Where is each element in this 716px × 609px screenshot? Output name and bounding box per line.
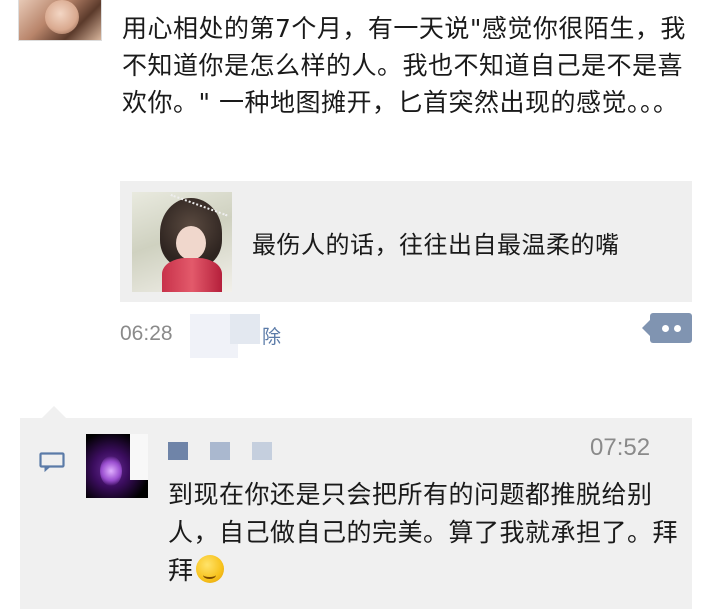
comment-like-menu-button[interactable] <box>642 313 692 343</box>
more-dot-icon <box>674 325 681 332</box>
comment-text: 到现在你还是只会把所有的问题都推脱给别人，自己做自己的完美。算了我就承担了。拜拜 <box>168 480 679 585</box>
more-dot-icon <box>662 325 669 332</box>
avatar-mask <box>130 434 148 480</box>
comment-timestamp: 07:52 <box>590 434 651 461</box>
comment-icon <box>39 452 65 472</box>
post-text: 用心相处的第7个月，有一天说"感觉你很陌生，我不知道你是怎么样的人。我也不知道自… <box>122 14 686 117</box>
blurred-region-2 <box>230 314 260 344</box>
commenter-avatar[interactable] <box>86 434 148 498</box>
comment-section: 07:52 到现在你还是只会把所有的问题都推脱给别人，自己做自己的完美。算了我就… <box>20 406 692 609</box>
thinking-face-emoji-icon <box>195 555 224 583</box>
link-title: 最伤人的话，往往出自最温柔的嘴 <box>252 231 620 259</box>
poster-avatar[interactable] <box>18 0 102 41</box>
thumb-face <box>176 226 206 260</box>
commenter-name-redacted[interactable] <box>168 442 188 460</box>
commenter-name-redacted-2 <box>210 442 230 460</box>
poster-avatar-face <box>45 0 79 34</box>
thumb-dress <box>162 258 222 292</box>
post-timestamp: 06:28 <box>120 322 173 345</box>
comment-text-block: 到现在你还是只会把所有的问题都推脱给别人，自己做自己的完美。算了我就承担了。拜拜 <box>168 476 678 590</box>
delete-link[interactable]: 除 <box>262 322 281 349</box>
commenter-name-redacted-3 <box>252 442 272 460</box>
avatar-glow <box>100 456 122 486</box>
link-thumbnail <box>132 192 232 292</box>
shared-link-card[interactable]: 最伤人的话，往往出自最温柔的嘴 <box>120 181 692 302</box>
